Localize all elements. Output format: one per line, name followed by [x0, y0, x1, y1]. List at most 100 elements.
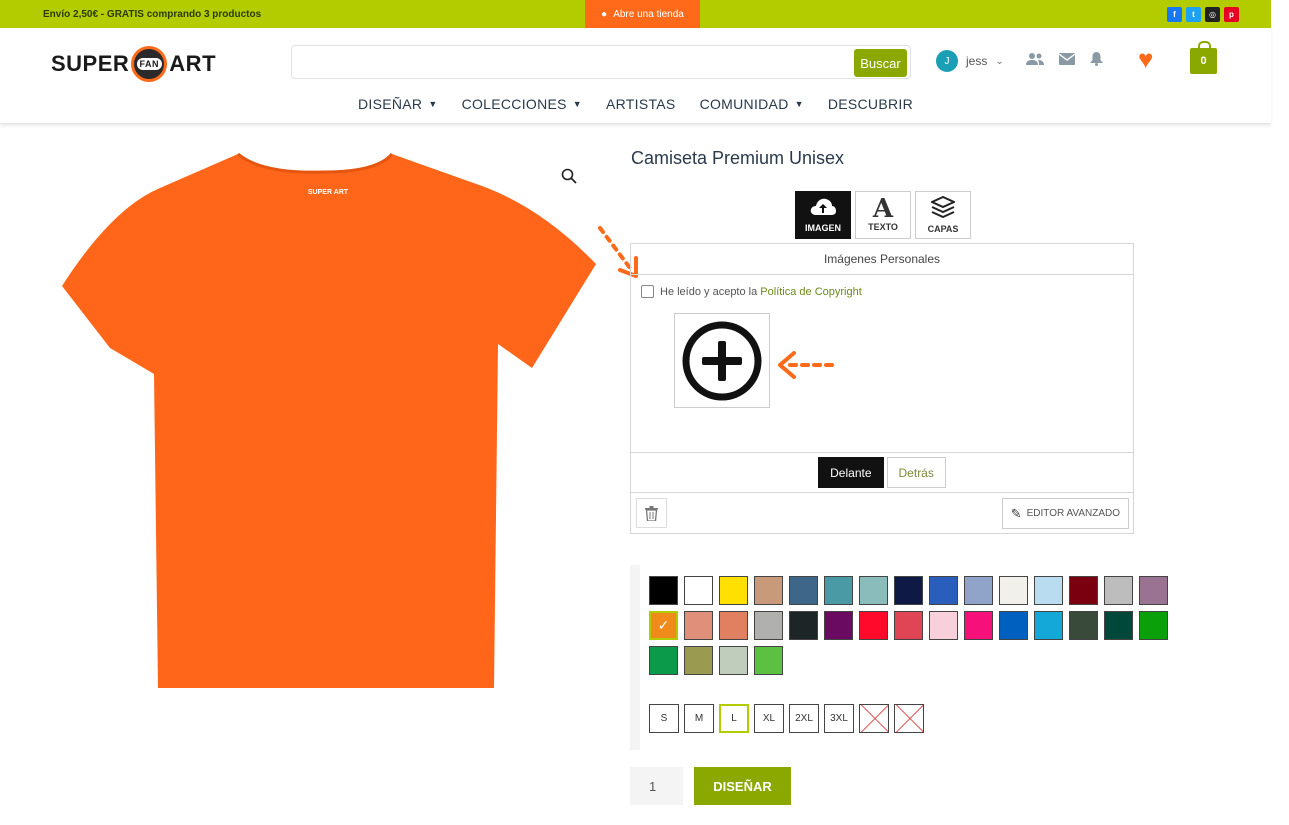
logo-badge-text: FAN	[136, 58, 163, 70]
nav-item-label: COLECCIONES	[461, 96, 567, 112]
product-title: Camiseta Premium Unisex	[631, 148, 845, 168]
friends-icon[interactable]	[1026, 52, 1044, 70]
color-swatch[interactable]	[1139, 611, 1168, 640]
nav-item-artistas[interactable]: ARTISTAS	[606, 96, 676, 112]
search-input[interactable]	[292, 46, 842, 78]
color-swatch[interactable]	[894, 611, 923, 640]
size-option-2xl[interactable]: 2XL	[789, 704, 819, 733]
color-swatch[interactable]	[754, 576, 783, 605]
color-swatches	[649, 576, 1197, 675]
color-swatch[interactable]	[719, 646, 748, 675]
twitter-icon[interactable]: t	[1186, 7, 1201, 22]
options-divider	[630, 565, 640, 750]
heart-icon[interactable]: ♥	[1138, 46, 1153, 72]
search-button[interactable]: Buscar	[854, 49, 907, 77]
copyright-policy-link[interactable]: Política de Copyright	[760, 286, 862, 298]
color-swatch[interactable]	[1034, 611, 1063, 640]
color-swatch[interactable]	[964, 611, 993, 640]
advanced-editor-button[interactable]: ✎ EDITOR AVANZADO	[1001, 498, 1129, 529]
size-options: S M L XL 2XL 3XL	[649, 704, 924, 733]
nav-item-label: COMUNIDAD	[699, 96, 789, 112]
logo-badge: FAN	[131, 46, 168, 82]
color-swatch[interactable]	[824, 576, 853, 605]
plus-circle-icon	[682, 321, 762, 400]
color-swatch[interactable]	[649, 576, 678, 605]
site-header: SUPER FAN ART Buscar J jess ⌄ ♥ 0 DISEÑA…	[0, 28, 1271, 124]
site-logo[interactable]: SUPER FAN ART	[51, 46, 216, 82]
tool-text-label: TEXTO	[868, 222, 898, 232]
agree-checkbox[interactable]	[641, 285, 654, 298]
color-swatch[interactable]	[1104, 611, 1133, 640]
color-swatch[interactable]	[684, 646, 713, 675]
color-swatch[interactable]	[964, 576, 993, 605]
color-swatch[interactable]	[1069, 576, 1098, 605]
color-swatch[interactable]	[1139, 576, 1168, 605]
nav-item-comunidad[interactable]: COMUNIDAD ▼	[700, 96, 804, 112]
size-option-m[interactable]: M	[684, 704, 714, 733]
color-swatch[interactable]	[1034, 576, 1063, 605]
color-swatch[interactable]	[929, 576, 958, 605]
color-swatch[interactable]	[1069, 611, 1098, 640]
tool-text[interactable]: A TEXTO	[855, 191, 911, 239]
color-swatch[interactable]	[1104, 576, 1133, 605]
color-swatch[interactable]	[789, 611, 818, 640]
color-swatch[interactable]	[999, 611, 1028, 640]
cart-count: 0	[1200, 55, 1207, 67]
chevron-down-icon: ▼	[428, 99, 438, 109]
facebook-icon[interactable]: f	[1167, 7, 1182, 22]
edit-icon: ✎	[1010, 505, 1022, 521]
color-swatch[interactable]	[859, 576, 888, 605]
bell-icon[interactable]	[1090, 52, 1103, 70]
color-swatch[interactable]	[684, 576, 713, 605]
shirt-print-logo: SUPER ART	[308, 189, 349, 196]
color-swatch[interactable]	[754, 646, 783, 675]
tool-layers[interactable]: CAPAS	[915, 191, 971, 239]
color-swatch[interactable]	[754, 611, 783, 640]
layers-icon	[929, 195, 957, 222]
copyright-agreement: He leído y acepto la Política de Copyrig…	[641, 285, 862, 298]
side-selector: Delante Detrás	[631, 452, 1133, 493]
upload-image-button[interactable]	[674, 313, 770, 408]
hint-arrow-left-icon	[778, 351, 840, 379]
search-bar: Buscar	[291, 45, 911, 79]
logo-text-left: SUPER	[51, 51, 130, 76]
nav-item-disear[interactable]: DISEÑAR ▼	[358, 96, 438, 112]
top-bar: Envío 2,50€ - GRATIS comprando 3 product…	[0, 0, 1271, 28]
color-swatch[interactable]	[684, 611, 713, 640]
color-swatch[interactable]	[649, 646, 678, 675]
color-swatch[interactable]	[929, 611, 958, 640]
size-option-xl[interactable]: XL	[754, 704, 784, 733]
color-swatch[interactable]	[859, 611, 888, 640]
nav-item-colecciones[interactable]: COLECCIONES ▼	[462, 96, 582, 112]
color-swatch[interactable]	[999, 576, 1028, 605]
cart-button[interactable]: 0	[1190, 41, 1217, 74]
chevron-down-icon: ▼	[794, 99, 804, 109]
size-option-unavailable	[894, 704, 924, 733]
size-option-3xl[interactable]: 3XL	[824, 704, 854, 733]
size-option-l[interactable]: L	[719, 704, 749, 733]
mail-icon[interactable]	[1058, 52, 1076, 69]
color-swatch[interactable]	[649, 611, 678, 640]
trash-icon[interactable]	[636, 498, 667, 528]
shipping-promo: Envío 2,50€ - GRATIS comprando 3 product…	[43, 9, 262, 20]
color-swatch[interactable]	[824, 611, 853, 640]
pinterest-icon[interactable]: p	[1224, 7, 1239, 22]
color-swatch[interactable]	[894, 576, 923, 605]
side-back-button[interactable]: Detrás	[886, 457, 946, 488]
nav-item-descubrir[interactable]: DESCUBRIR	[828, 96, 913, 112]
color-swatch[interactable]	[719, 576, 748, 605]
color-swatch[interactable]	[789, 576, 818, 605]
user-menu[interactable]: J jess ⌄	[936, 50, 1004, 72]
tool-image[interactable]: IMAGEN	[795, 191, 851, 239]
quantity-input[interactable]: 1	[630, 767, 683, 805]
design-button[interactable]: DISEÑAR	[694, 767, 791, 805]
color-swatch[interactable]	[719, 611, 748, 640]
open-shop-button[interactable]: ● Abre una tienda	[585, 0, 700, 28]
user-name: jess	[966, 54, 988, 68]
nav-item-label: DESCUBRIR	[827, 96, 913, 112]
size-option-s[interactable]: S	[649, 704, 679, 733]
side-front-button[interactable]: Delante	[818, 457, 884, 488]
product-image: SUPER ART	[62, 152, 596, 688]
avatar: J	[936, 50, 958, 72]
instagram-icon[interactable]: ◎	[1205, 7, 1220, 22]
